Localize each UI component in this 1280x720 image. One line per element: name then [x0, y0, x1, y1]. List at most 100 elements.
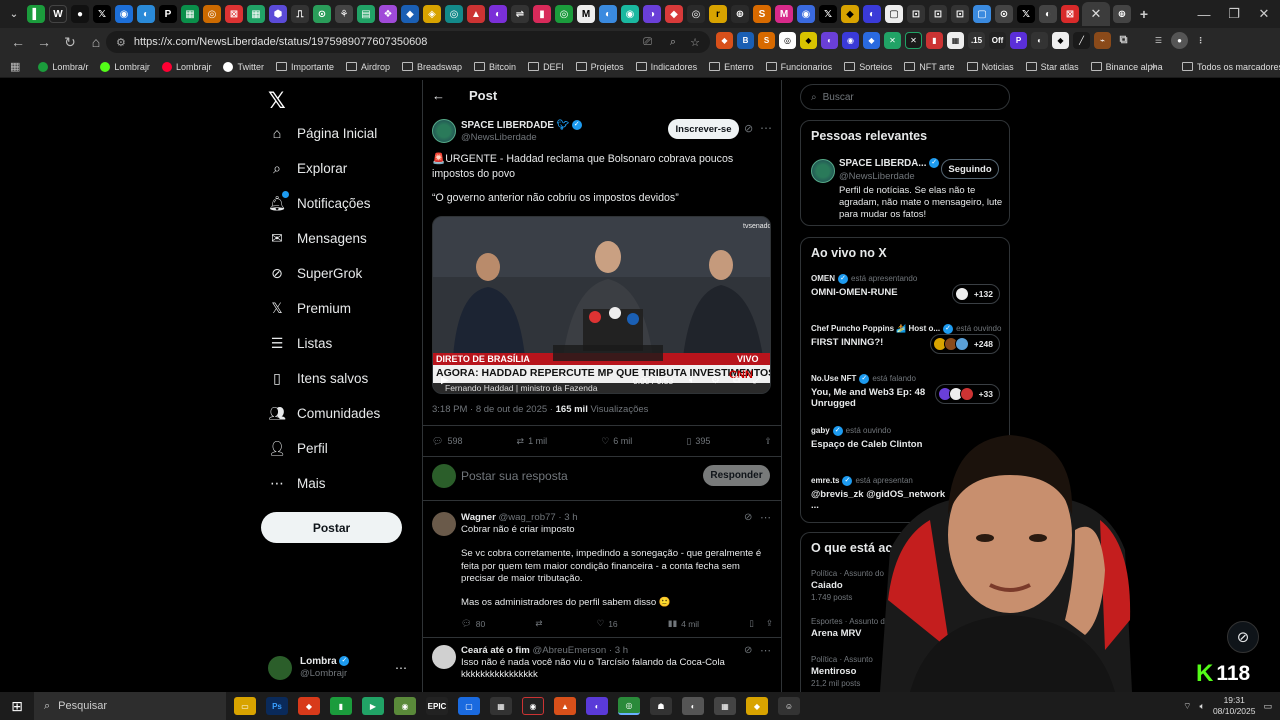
nav-item-bookmark[interactable]: ▯ Itens salvos — [269, 370, 368, 386]
site-info-icon[interactable]: ⚙ — [116, 36, 126, 49]
tab-favicon[interactable]: ◉ — [621, 5, 639, 23]
bookmark-item[interactable]: Twitter — [223, 61, 264, 72]
grok-icon[interactable]: ⊘ — [744, 122, 753, 135]
post-time[interactable]: 3:18 PM — [432, 404, 467, 415]
reply-input[interactable]: Postar sua resposta — [461, 469, 568, 483]
epic-games-icon[interactable]: EPIC — [426, 697, 448, 715]
tab-favicon[interactable]: ▌ — [27, 5, 45, 23]
nav-item-list[interactable]: ☰ Listas — [269, 335, 333, 351]
brave-browser-icon[interactable]: ▲ — [554, 697, 576, 715]
tab-favicon[interactable]: ◆ — [841, 5, 859, 23]
post-date[interactable]: 8 de out de 2025 — [476, 404, 547, 415]
tab-favicon[interactable]: ▢ — [885, 5, 903, 23]
repost-action[interactable]: ⇄ — [535, 618, 546, 629]
tab-favicon[interactable]: ◑ — [643, 5, 661, 23]
video-player[interactable]: DIRETO DE BRASÍLIA VIVO AGORA: HADDAD RE… — [432, 216, 771, 394]
extension-icon[interactable]: ◐ — [1031, 32, 1048, 49]
tab-favicon[interactable]: r — [709, 5, 727, 23]
home-button-icon[interactable]: ⌂ — [84, 30, 108, 54]
tab-favicon[interactable]: 𝕏 — [819, 5, 837, 23]
extensions-puzzle-icon[interactable]: ⧉ — [1115, 32, 1132, 49]
install-app-icon[interactable]: ⎚ — [643, 36, 652, 49]
volume-icon[interactable]: 🔈︎ — [1200, 701, 1205, 712]
extension-icon[interactable]: ╱ — [1073, 32, 1090, 49]
extension-icon[interactable]: ▮ — [926, 32, 943, 49]
photoshop-icon[interactable]: Ps — [266, 697, 288, 715]
nav-item-search[interactable]: ⌕ Explorar — [269, 160, 347, 176]
avatar[interactable] — [432, 645, 456, 669]
notifications-icon[interactable]: ▭ — [1263, 701, 1272, 712]
relevant-handle[interactable]: @NewsLiberdade — [839, 171, 915, 182]
nav-item-profile[interactable]: 👤︎ Perfil — [268, 440, 328, 456]
tab-favicon[interactable]: ❖ — [379, 5, 397, 23]
star-icon[interactable]: ☆ — [690, 36, 700, 49]
bookmark-item[interactable]: Star atlas — [1025, 62, 1079, 72]
live-space-item[interactable]: Chef Puncho Poppins 🏄 Host o... ✓ está ouv… — [811, 324, 1006, 354]
taskbar-app-icon[interactable]: ▢ — [458, 697, 480, 715]
live-space-item[interactable]: OMEN ✓ está apresentando OMNI-OMEN-RUNE +132 — [811, 274, 1006, 304]
extension-icon[interactable]: ✕ — [905, 32, 922, 49]
x-logo-icon[interactable]: 𝕏 — [268, 88, 286, 114]
apps-grid-icon[interactable]: ▦ — [10, 60, 20, 73]
tab-favicon[interactable]: ▮ — [533, 5, 551, 23]
taskbar-app-icon[interactable]: ◆ — [746, 697, 768, 715]
tab-favicon[interactable]: 𝕏 — [93, 5, 111, 23]
close-button[interactable]: ✕ — [1246, 0, 1280, 28]
tab-favicon[interactable]: ◐ — [489, 5, 507, 23]
tab-favicon[interactable]: ◐ — [599, 5, 617, 23]
profile-avatar-icon[interactable]: ● — [1171, 32, 1188, 49]
taskbar-app-icon[interactable]: ▮ — [330, 697, 352, 715]
bookmark-item[interactable]: Enterro — [709, 62, 754, 72]
repost-action[interactable]: ⇄ 1 mil — [517, 433, 548, 449]
reply-author-name[interactable]: Wagner — [461, 512, 496, 523]
tab-favicon[interactable]: ▲ — [467, 5, 485, 23]
taskbar-app-icon[interactable]: ◆ — [298, 697, 320, 715]
bookmark-item[interactable]: Noticias — [966, 62, 1014, 72]
wifi-icon[interactable]: ⌔ — [1183, 701, 1191, 712]
grok-floating-button[interactable]: ⊘ — [1227, 621, 1259, 653]
tab-favicon[interactable]: ⬢ — [269, 5, 287, 23]
nav-item-bell[interactable]: 🔔︎ Notificações — [268, 191, 371, 211]
more-options-icon[interactable]: ⋯ — [760, 644, 771, 657]
account-switcher[interactable]: Lombra ✓ @Lombrajr ⋯ — [268, 654, 413, 682]
tab-favicon[interactable]: M — [775, 5, 793, 23]
search-input[interactable]: ⌕ Buscar — [800, 84, 1010, 110]
tab-favicon[interactable]: ⚘ — [335, 5, 353, 23]
browser-menu-icon[interactable]: ⋮ — [1192, 32, 1209, 49]
avatar[interactable] — [432, 512, 456, 536]
tab-favicon[interactable]: ◈ — [423, 5, 441, 23]
tab-favicon[interactable]: ▦ — [181, 5, 199, 23]
bookmark-icon[interactable]: ▯ — [749, 618, 754, 629]
reply-author-name[interactable]: Ceará até o fim — [461, 645, 530, 656]
tab-favicon[interactable]: ⊙ — [313, 5, 331, 23]
taskbar-app-icon[interactable]: ◐ — [682, 697, 704, 715]
tab-favicon[interactable]: ◎ — [203, 5, 221, 23]
calculator-icon[interactable]: ▦ — [714, 697, 736, 715]
tab-favicon[interactable]: ▤ — [357, 5, 375, 23]
tab-favicon[interactable]: ⊙ — [995, 5, 1013, 23]
taskbar-search[interactable]: ⌕ Pesquisar — [34, 692, 226, 720]
bookmark-item[interactable]: Projetos — [575, 62, 624, 72]
more-options-icon[interactable]: ⋯ — [760, 121, 772, 135]
extension-icon[interactable]: ◆ — [716, 32, 733, 49]
bookmark-item[interactable]: Breadswap — [402, 62, 462, 72]
tab-favicon[interactable]: ◉ — [115, 5, 133, 23]
extension-icon[interactable]: ✕ — [884, 32, 901, 49]
tab-favicon[interactable]: ⇌ — [511, 5, 529, 23]
live-space-item[interactable]: No.Use NFT ✓ está falando You, Me and Web3 … — [811, 374, 1006, 409]
forward-icon[interactable]: → — [32, 30, 56, 54]
all-bookmarks-folder[interactable]: Todos os marcadores — [1182, 62, 1280, 72]
tab-favicon[interactable]: ⊕ — [731, 5, 749, 23]
views-action[interactable]: ▮▮ 4 mil — [668, 618, 699, 629]
author-handle[interactable]: @NewsLiberdade — [461, 132, 537, 143]
chrome-icon[interactable]: ◎ — [618, 697, 640, 715]
bookmarks-overflow-icon[interactable]: » — [1150, 61, 1156, 73]
bookmark-item[interactable]: Funcionarios — [765, 62, 832, 72]
tab-favicon[interactable]: ⊕ — [1113, 5, 1131, 23]
extension-icon[interactable]: ▦ — [947, 32, 964, 49]
reply-action[interactable]: 💬︎ 80 — [461, 618, 485, 629]
taskbar-app-icon[interactable]: ◐ — [586, 697, 608, 715]
tab-favicon[interactable]: ⊠ — [225, 5, 243, 23]
play-icon[interactable]: ▶ — [441, 375, 449, 386]
sidebar-toggle-icon[interactable]: ☰ — [1150, 32, 1167, 49]
